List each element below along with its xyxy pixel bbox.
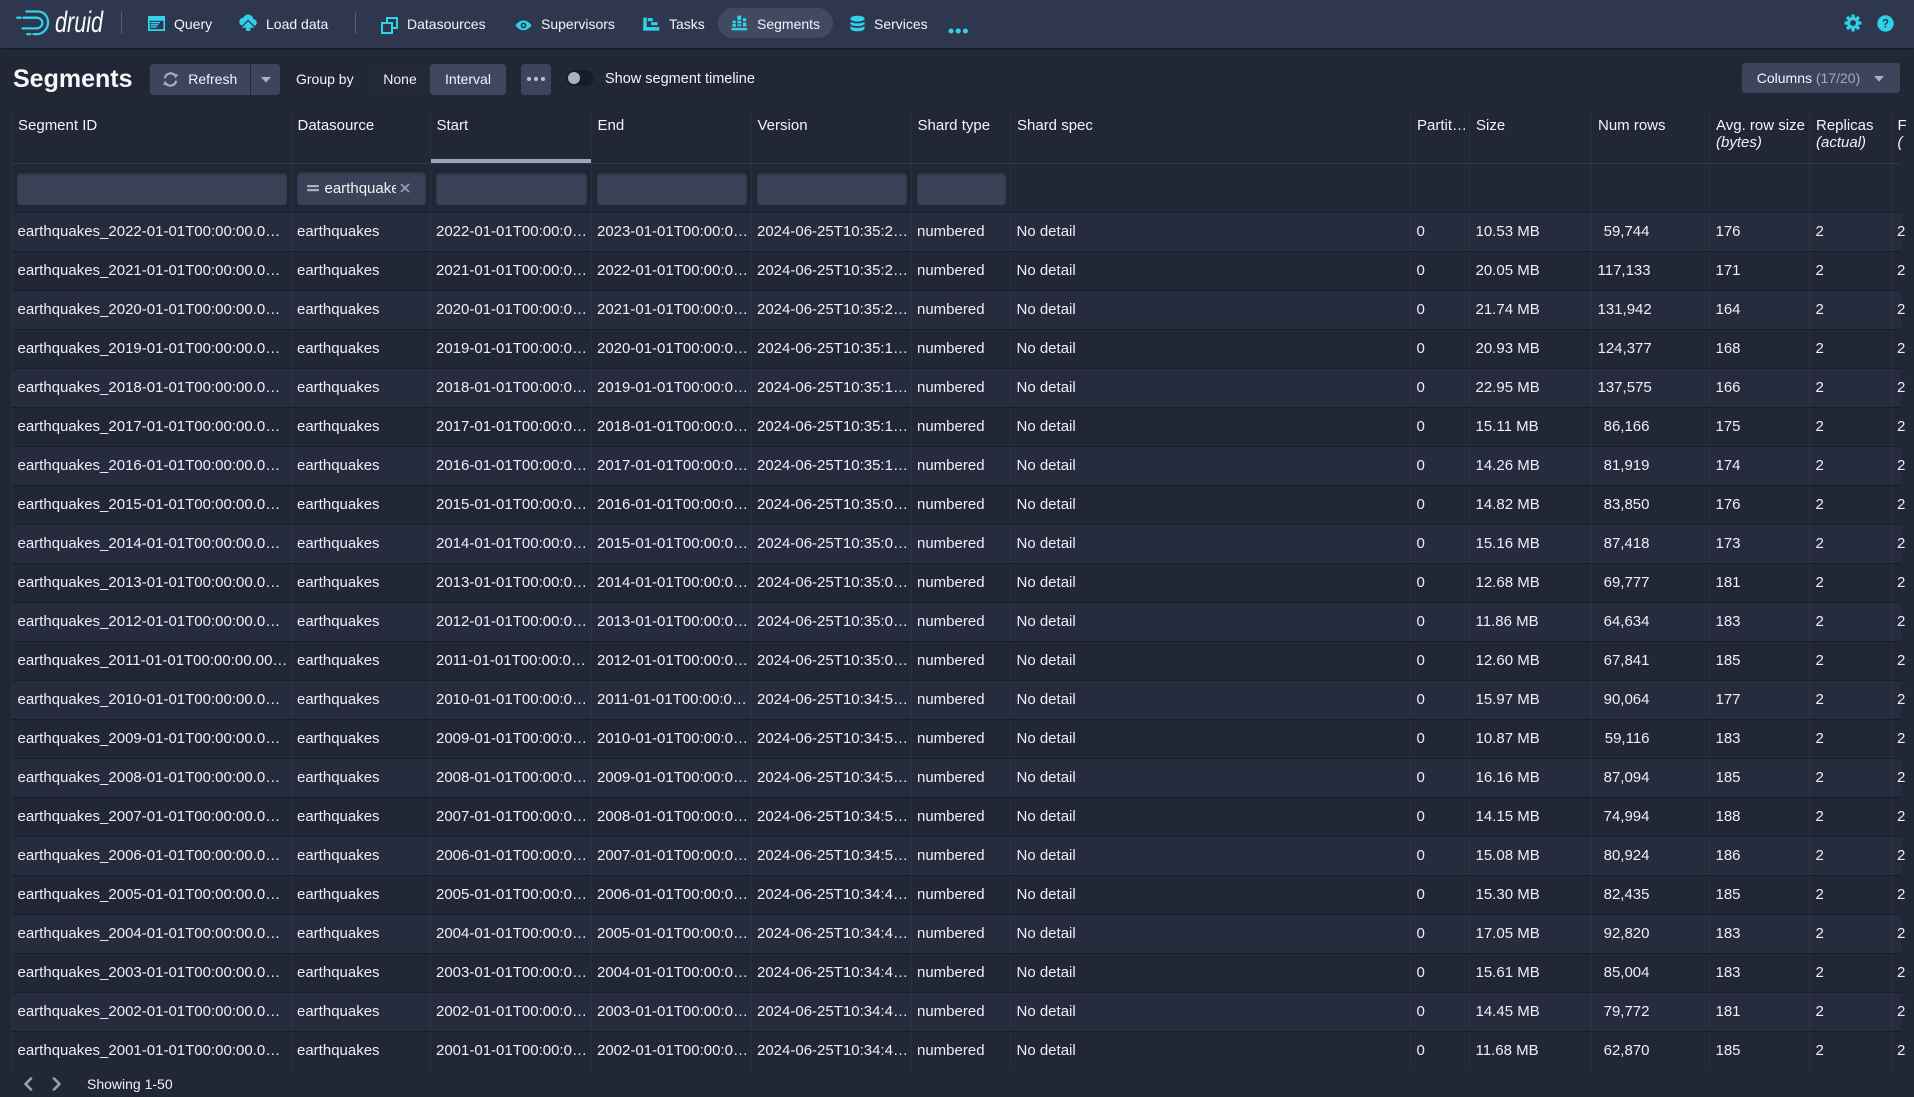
- svg-text:?: ?: [1882, 19, 1889, 31]
